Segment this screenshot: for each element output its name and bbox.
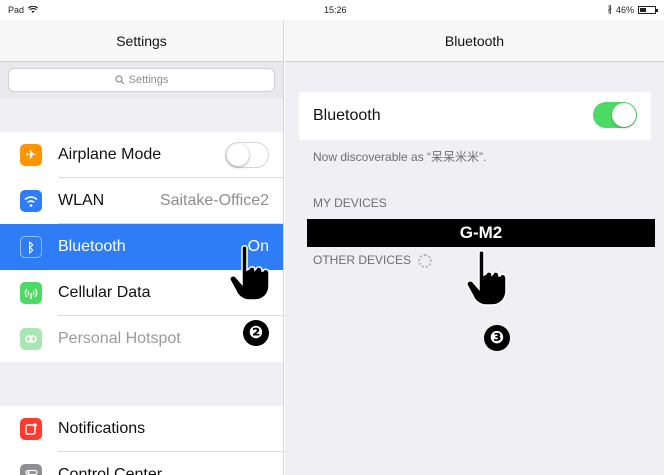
battery-icon — [638, 5, 658, 14]
toggle-knob — [612, 103, 636, 127]
sidebar-item-label: Cellular Data — [58, 284, 151, 301]
sidebar-item-label: Notifications — [58, 420, 146, 437]
discoverable-text: Now discoverable as “呆呆米米”. — [313, 150, 487, 164]
bluetooth-toggle-row: Bluetooth — [299, 92, 651, 140]
pointing-hand-icon — [466, 250, 507, 306]
status-bar: Pad 15:26 ∦ 46% — [0, 0, 664, 20]
wifi-signal-icon — [28, 6, 39, 13]
sidebar-item-control-center[interactable]: Control Center — [0, 452, 283, 475]
device-name: G-M2 — [459, 223, 503, 242]
status-left: Pad — [8, 5, 39, 15]
bluetooth-title: Bluetooth — [444, 32, 505, 49]
sidebar-item-label: Control Center — [58, 466, 163, 475]
step-3-badge: ❸ — [484, 325, 510, 351]
bluetooth-toggle[interactable] — [593, 102, 637, 128]
wifi-icon — [20, 190, 42, 212]
notifications-icon — [20, 418, 42, 440]
search-field[interactable]: Settings — [8, 68, 275, 92]
pointing-hand-icon — [229, 245, 270, 301]
settings-title: Settings — [116, 32, 167, 49]
bluetooth-detail-pane: Bluetooth Bluetooth Now discoverable as … — [285, 20, 664, 475]
sidebar-item-wlan[interactable]: WLAN Saitake-Office2 — [0, 178, 283, 224]
search-container: Settings — [0, 62, 283, 98]
sidebar-item-label: Airplane Mode — [58, 146, 162, 163]
airplane-mode-toggle[interactable] — [225, 142, 269, 168]
bluetooth-status-icon: ∦ — [607, 4, 612, 14]
wlan-network-name: Saitake-Office2 — [159, 192, 269, 209]
airplane-icon: ✈ — [20, 144, 42, 166]
other-devices-header: OTHER DEVICES — [313, 253, 433, 268]
sidebar-item-label: Bluetooth — [58, 238, 126, 255]
loading-spinner-icon — [418, 253, 433, 268]
sidebar-item-personal-hotspot[interactable]: Personal Hotspot — [0, 316, 283, 362]
status-right: ∦ 46% — [607, 4, 658, 15]
sidebar-item-label: Personal Hotspot — [58, 330, 181, 347]
bluetooth-row-label: Bluetooth — [313, 107, 381, 124]
device-row-g-m2[interactable]: G-M2 — [307, 219, 655, 247]
bluetooth-nav-bar: Bluetooth — [285, 20, 664, 62]
hotspot-icon — [20, 328, 42, 350]
settings-group-system: Notifications Control Center — [0, 406, 283, 475]
settings-nav-bar: Settings — [0, 20, 283, 62]
sidebar-item-label: WLAN — [58, 192, 105, 209]
battery-percent: 46% — [615, 4, 634, 15]
other-devices-label: OTHER DEVICES — [313, 253, 412, 267]
search-icon — [115, 75, 125, 85]
cellular-icon — [20, 282, 42, 304]
toggle-knob — [227, 144, 249, 166]
device-name: Pad — [8, 5, 25, 15]
sidebar-item-notifications[interactable]: Notifications — [0, 406, 283, 452]
my-devices-header: MY DEVICES — [313, 196, 387, 210]
control-center-icon — [20, 464, 42, 475]
step-2-badge: ❷ — [243, 320, 269, 346]
search-placeholder: Settings — [128, 74, 169, 86]
status-time: 15:26 — [324, 5, 347, 15]
sidebar-item-airplane-mode[interactable]: ✈ Airplane Mode — [0, 132, 283, 178]
bluetooth-icon: ᛒ — [20, 236, 42, 258]
